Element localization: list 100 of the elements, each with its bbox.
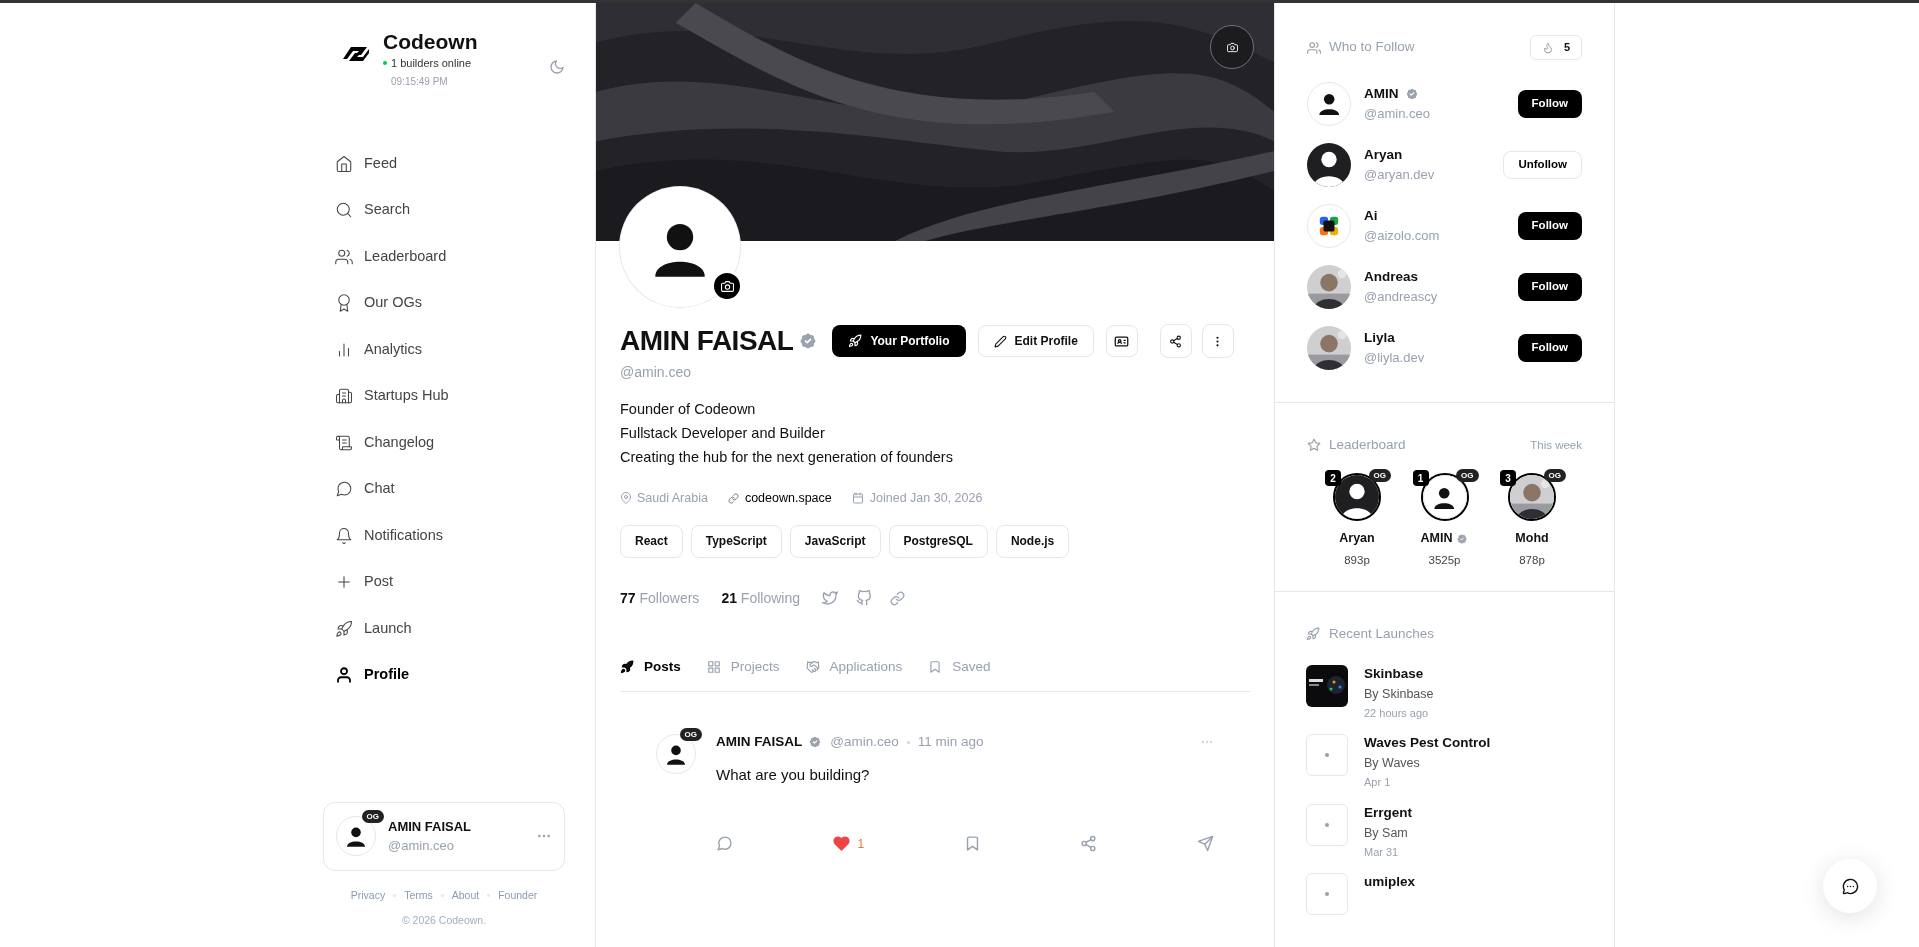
leader-name[interactable]: AMIN xyxy=(1420,529,1453,548)
user-name[interactable]: Aryan xyxy=(1364,144,1403,165)
following-link[interactable]: 21 Following xyxy=(721,587,800,609)
award-icon xyxy=(335,294,353,313)
user-handle: @liyla.dev xyxy=(1364,348,1425,367)
id-card-button[interactable] xyxy=(1105,325,1138,357)
og-badge: OG xyxy=(361,810,384,823)
nav-item[interactable]: Our OGs xyxy=(323,280,565,327)
post-author[interactable]: AMIN FAISAL xyxy=(716,732,803,753)
profile-tab[interactable]: Posts xyxy=(620,656,681,677)
rocket-icon xyxy=(848,334,863,348)
thumbnail-placeholder xyxy=(1306,803,1348,846)
nav-item[interactable]: Leaderboard xyxy=(323,233,565,280)
skill-tag: React xyxy=(620,524,683,558)
leader-name[interactable]: Aryan xyxy=(1339,529,1375,548)
follow-button[interactable]: Follow xyxy=(1517,89,1582,118)
logo-icon[interactable] xyxy=(341,45,371,63)
link-icon[interactable] xyxy=(890,590,905,606)
user-handle: @aryan.dev xyxy=(1364,165,1435,184)
launch-time: Apr 1 xyxy=(1364,775,1392,790)
moon-icon[interactable] xyxy=(549,59,565,75)
nav-item[interactable]: Post xyxy=(323,559,565,606)
search-icon xyxy=(335,201,353,220)
star-icon xyxy=(1307,438,1321,453)
user-name[interactable]: Liyla xyxy=(1364,327,1395,348)
bio-line: Founder of Codeown xyxy=(620,400,757,419)
user-name[interactable]: Ai xyxy=(1364,205,1378,226)
section-title: Who to Follow xyxy=(1329,38,1415,57)
nav-item[interactable]: Feed xyxy=(323,140,565,187)
scroll-icon xyxy=(335,433,353,452)
user-handle: @amin.ceo xyxy=(1364,104,1430,123)
avatar xyxy=(656,734,696,774)
count-badge: 5 xyxy=(1529,35,1582,60)
thumbnail-placeholder xyxy=(1306,734,1348,776)
nav-item[interactable]: Notifications xyxy=(323,512,565,559)
chat-icon xyxy=(335,480,353,499)
rocket-icon xyxy=(335,619,353,638)
points: 878p xyxy=(1519,553,1545,568)
location-icon xyxy=(620,492,632,505)
link-icon xyxy=(727,492,739,504)
github-icon[interactable] xyxy=(856,590,872,607)
og-badge: OG xyxy=(679,728,702,741)
nav-item[interactable]: Profile xyxy=(323,652,565,699)
post-handle: @amin.ceo xyxy=(830,733,899,751)
share-icon[interactable] xyxy=(1080,835,1098,853)
launch-name[interactable]: Waves Pest Control xyxy=(1364,734,1491,752)
grid-icon xyxy=(706,659,721,674)
bio-line: Fullstack Developer and Builder xyxy=(620,424,826,443)
clock-time: 09:15:49 PM xyxy=(391,74,449,89)
copyright: © 2026 Codeown. xyxy=(400,913,488,929)
people-icon xyxy=(335,247,353,266)
camera-icon xyxy=(1226,41,1238,53)
rank-badge: 3 xyxy=(1500,470,1516,487)
rocket-icon xyxy=(1306,627,1320,642)
launch-name[interactable]: umiplex xyxy=(1364,873,1415,891)
og-badge: OG xyxy=(1368,469,1391,483)
nav-item[interactable]: Search xyxy=(323,187,565,234)
post-time: 11 min ago xyxy=(917,733,984,751)
portfolio-button[interactable]: Your Portfolio xyxy=(832,325,966,357)
follow-button[interactable]: Follow xyxy=(1517,211,1582,240)
edit-profile-button[interactable]: Edit Profile xyxy=(977,325,1094,357)
follow-button[interactable]: Unfollow xyxy=(1503,150,1582,179)
launch-time: 22 hours ago xyxy=(1364,705,1430,721)
share-button[interactable] xyxy=(1159,324,1192,358)
brand-name: Codeown xyxy=(383,29,478,55)
launch-author: By Sam xyxy=(1364,824,1409,842)
nav-item[interactable]: Changelog xyxy=(323,419,565,466)
section-title: Recent Launches xyxy=(1329,625,1435,644)
user-name[interactable]: Andreas xyxy=(1364,266,1419,287)
skill-tag: Node.js xyxy=(995,524,1070,558)
nav-item[interactable]: Chat xyxy=(323,466,565,513)
follow-button[interactable]: Follow xyxy=(1517,272,1582,301)
calendar-icon xyxy=(851,492,864,505)
launch-name[interactable]: Errgent xyxy=(1364,803,1412,822)
launch-name[interactable]: Skinbase xyxy=(1364,664,1434,683)
launch-author: By Skinbase xyxy=(1364,685,1434,703)
send-icon[interactable] xyxy=(1197,835,1214,853)
comment-icon[interactable] xyxy=(716,835,733,853)
nav-item[interactable]: Analytics xyxy=(323,326,565,373)
points: 893p xyxy=(1344,553,1370,568)
followers-link[interactable]: 77 Followers xyxy=(620,587,700,609)
profile-handle: @amin.ceo xyxy=(620,363,693,382)
people-icon xyxy=(1307,40,1321,55)
nav-item[interactable]: Launch xyxy=(323,605,565,652)
website-link[interactable]: codeown.space xyxy=(744,489,832,508)
leader-name[interactable]: Mohd xyxy=(1515,529,1549,548)
user-card[interactable]: OG AMIN FAISAL @amin.ceo xyxy=(323,801,565,871)
nav-item[interactable]: Startups Hub xyxy=(323,373,565,420)
location: Saudi Arabia xyxy=(637,490,708,507)
bookmark-icon xyxy=(928,659,943,674)
pencil-icon xyxy=(993,334,1007,348)
thumbnail-placeholder xyxy=(1306,873,1348,915)
follow-button[interactable]: Follow xyxy=(1517,333,1582,362)
rank-badge: 2 xyxy=(1325,470,1341,487)
online-count: 1 builders online xyxy=(391,56,472,71)
join-date: Joined Jan 30, 2026 xyxy=(869,490,983,507)
bird-icon[interactable] xyxy=(822,590,838,607)
rocket-icon xyxy=(620,659,634,674)
og-badge: OG xyxy=(1456,469,1479,483)
user-name[interactable]: AMIN xyxy=(1364,83,1399,104)
